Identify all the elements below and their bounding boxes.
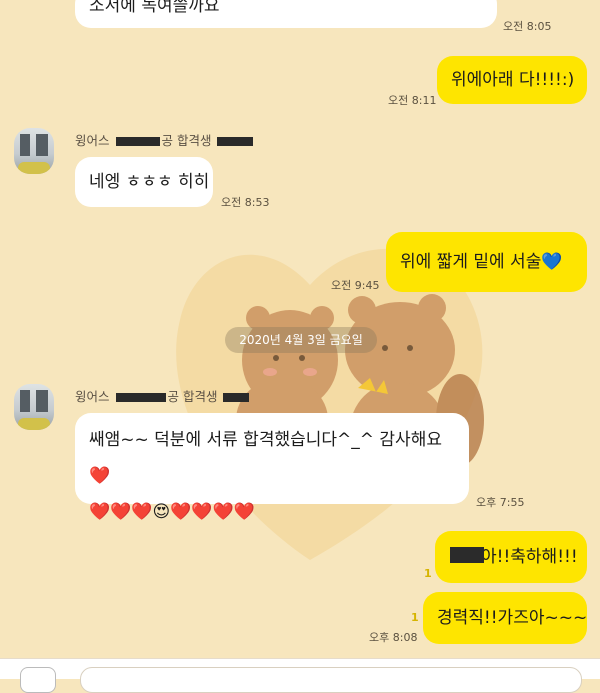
message-text-line: ❤️❤️❤️😍❤️❤️❤️❤️ [89, 502, 255, 522]
censor-mark [450, 547, 484, 563]
message-bubble-sent[interactable]: 위에 짧게 밑에 서술💙 [386, 232, 587, 292]
plus-icon[interactable] [20, 667, 56, 693]
message-text: 경력직!!가즈아~~~ [437, 608, 588, 628]
avatar[interactable] [14, 128, 54, 174]
censor-mark [223, 393, 250, 402]
message-text: 아!!축하해!!! [481, 547, 578, 567]
message-bubble-sent[interactable]: 경력직!!가즈아~~~ [423, 592, 587, 644]
sender-name: 윙어스 공 합격생 [75, 130, 255, 149]
message-input[interactable] [80, 667, 582, 693]
message-bubble-sent[interactable]: 위에아래 다!!!!:) [437, 56, 587, 104]
date-divider: 2020년 4월 3일 금요일 [225, 327, 377, 353]
message-timestamp: 오후 8:08 [369, 631, 418, 644]
avatar[interactable] [14, 384, 54, 430]
message-bubble-received[interactable]: 쌔앰~~ 덕분에 서류 합격했습니다^_^ 감사해요❤️ ❤️❤️❤️😍❤️❤️… [75, 413, 469, 522]
message-text: 위에 짧게 밑에 서술💙 [400, 252, 563, 272]
message-timestamp: 오전 8:53 [221, 196, 270, 209]
message-text: 소서에 녹여쓸까요 [89, 0, 220, 16]
unread-count: 1 [424, 567, 432, 580]
unread-count: 1 [411, 611, 419, 624]
message-bubble-received[interactable]: 네엥 ㅎㅎㅎ 히히 [75, 157, 213, 207]
message-timestamp: 오전 8:11 [388, 94, 437, 107]
censor-mark [115, 137, 160, 146]
message-text-line: 쌔앰~~ 덕분에 서류 합격했습니다^_^ 감사해요❤️ [89, 430, 442, 486]
message-timestamp: 오전 9:45 [331, 279, 380, 292]
message-input-bar [0, 658, 600, 693]
message-text: 네엥 ㅎㅎㅎ 히히 [89, 172, 210, 192]
message-bubble-received[interactable]: 소서에 녹여쓸까요 [75, 0, 497, 28]
sender-name: 윙어스 공 합격생 [75, 386, 251, 405]
message-timestamp: 오후 7:55 [476, 496, 525, 509]
censor-mark [217, 137, 254, 146]
message-timestamp: 오전 8:05 [503, 20, 552, 33]
message-text: 위에아래 다!!!!:) [451, 70, 575, 90]
censor-mark [115, 393, 166, 402]
